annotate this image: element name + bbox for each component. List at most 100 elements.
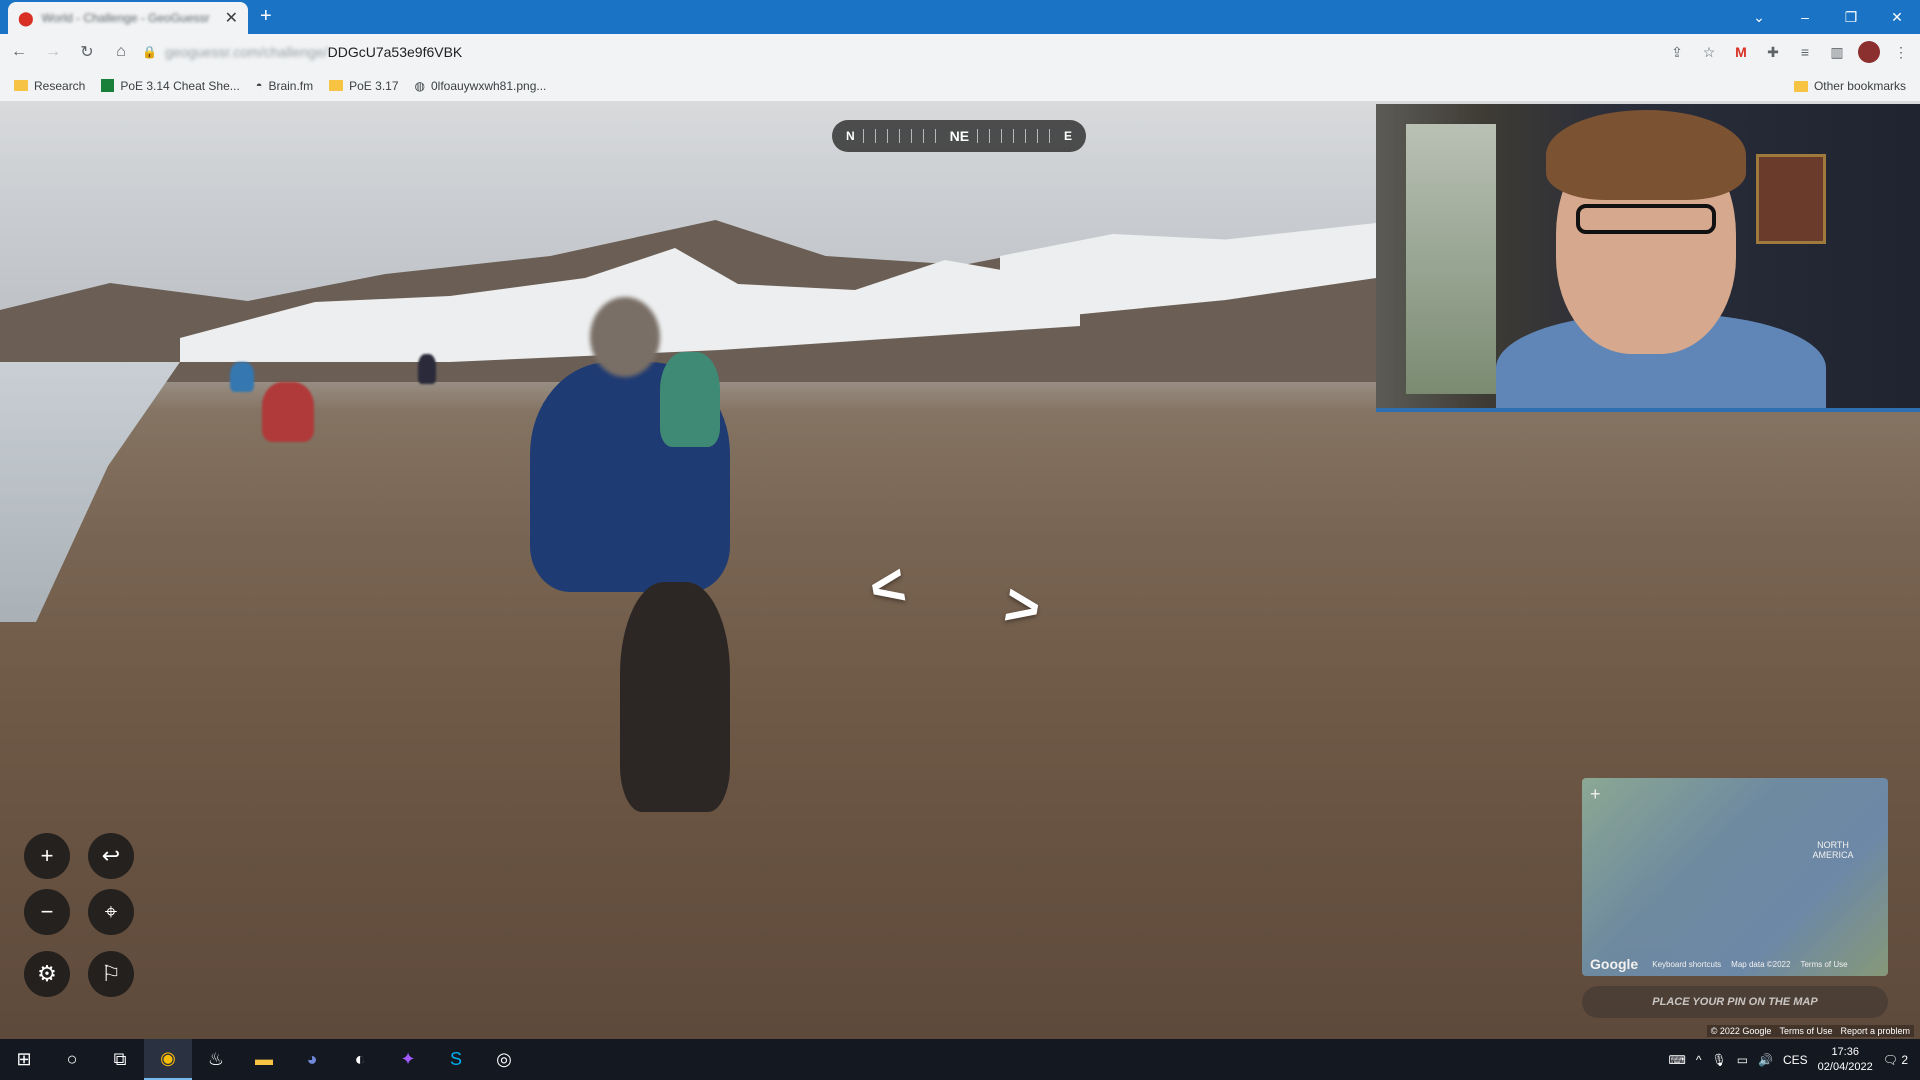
close-icon[interactable]: ✕ xyxy=(225,8,238,28)
skype-icon[interactable]: S xyxy=(432,1039,480,1080)
zoom-out-button[interactable]: − xyxy=(24,889,70,935)
tab-strip: ⬤ World - Challenge - GeoGuessr ✕ + ⌄ – … xyxy=(0,0,1920,34)
steam-icon[interactable]: ♨ xyxy=(192,1039,240,1080)
folder-icon xyxy=(14,80,28,91)
keyboard-icon[interactable]: ⌨ xyxy=(1668,1053,1685,1067)
explorer-icon[interactable]: ▬ xyxy=(240,1039,288,1080)
new-tab-button[interactable]: + xyxy=(260,5,272,28)
system-tray: ⌨ ^ 🎙 ▭ 🔊 CES 17:36 02/04/2022 🗨 2 xyxy=(1668,1039,1920,1080)
home-icon[interactable]: ⌂ xyxy=(106,37,136,67)
map-data-label: Map data ©2022 xyxy=(1731,959,1791,969)
menu-icon[interactable]: ⋮ xyxy=(1890,41,1912,63)
microphone-icon[interactable]: 🎙 xyxy=(1711,1053,1726,1067)
url-host: geoguessr.com/challenge/ xyxy=(164,44,328,60)
media-icon[interactable]: ≡ xyxy=(1794,41,1816,63)
flag-button[interactable]: ⚐ xyxy=(88,951,134,997)
url-path: DDGcU7a53e9f6VBK xyxy=(327,44,463,60)
person-head xyxy=(590,297,660,377)
tab-geoguessr[interactable]: ⬤ World - Challenge - GeoGuessr ✕ xyxy=(8,2,248,34)
notification-count: 2 xyxy=(1901,1052,1908,1067)
gmail-extension-icon[interactable]: M xyxy=(1730,41,1752,63)
other-bookmarks-label: Other bookmarks xyxy=(1813,79,1906,93)
reload-icon[interactable]: ↻ xyxy=(72,37,102,67)
task-view-icon[interactable]: ⧉ xyxy=(96,1039,144,1080)
google-footer: © 2022 Google Terms of Use Report a prob… xyxy=(1706,1025,1914,1037)
person-green-jacket xyxy=(660,352,720,447)
clock-date: 02/04/2022 xyxy=(1817,1060,1873,1073)
restore-icon[interactable]: ❐ xyxy=(1828,0,1874,34)
keyboard-shortcuts-link[interactable]: Keyboard shortcuts xyxy=(1652,960,1721,969)
clock-time: 17:36 xyxy=(1831,1045,1859,1058)
minimap-terms-link[interactable]: Terms of Use xyxy=(1800,960,1847,969)
terms-link[interactable]: Terms of Use xyxy=(1779,1026,1832,1036)
zoom-in-button[interactable]: + xyxy=(24,833,70,879)
window-close-icon[interactable]: ✕ xyxy=(1874,0,1920,34)
extensions-icon[interactable]: ✚ xyxy=(1762,41,1784,63)
globe-icon: ◍ xyxy=(414,78,425,93)
bookmark-poe314[interactable]: PoE 3.14 Cheat She... xyxy=(101,78,240,93)
move-right-arrow-icon[interactable]: > xyxy=(999,569,1045,643)
chevron-up-icon[interactable]: ^ xyxy=(1696,1053,1702,1067)
compass-north: N xyxy=(846,129,855,143)
windows-taskbar: ⊞ ○ ⧉ ◉ ♨ ▬ ◕ ◐ ✦ S ◎ ⌨ ^ 🎙 ▭ 🔊 CES 17:3… xyxy=(0,1039,1920,1080)
guess-minimap[interactable]: + NORTH AMERICA Google Keyboard shortcut… xyxy=(1582,778,1888,976)
search-icon[interactable]: ○ xyxy=(48,1039,96,1080)
bookmark-image[interactable]: ◍ 0lfoauywxwh81.png... xyxy=(415,79,547,93)
notifications-icon[interactable]: 🗨 2 xyxy=(1883,1053,1908,1067)
discord-icon[interactable]: ◕ xyxy=(288,1039,336,1080)
bookmarks-bar: Research PoE 3.14 Cheat She... ◓ Brain.fm… xyxy=(0,70,1920,102)
minimap-region-label: NORTH AMERICA xyxy=(1812,840,1854,860)
place-pin-button[interactable]: PLACE YOUR PIN ON THE MAP xyxy=(1582,986,1888,1018)
bookmark-research[interactable]: Research xyxy=(14,79,85,93)
street-view-panorama[interactable]: N NE E < > + ↩ − ⌖ ⚙ ⚐ + NORTH AMERICA G… xyxy=(0,102,1920,1039)
avatar[interactable] xyxy=(1858,41,1880,63)
minimap-zoom-in-icon[interactable]: + xyxy=(1590,784,1601,805)
webcam-window xyxy=(1406,124,1496,394)
windows-start-icon[interactable]: ⊞ xyxy=(0,1039,48,1080)
bookmark-label: PoE 3.14 Cheat She... xyxy=(120,78,240,93)
bookmark-label: 0lfoauywxwh81.png... xyxy=(430,78,547,93)
compass: N NE E xyxy=(832,120,1086,152)
star-icon[interactable]: ☆ xyxy=(1698,41,1720,63)
clock[interactable]: 17:36 02/04/2022 xyxy=(1818,1045,1873,1075)
copyright-label: © 2022 Google xyxy=(1710,1026,1772,1036)
brainfm-icon: ◓ xyxy=(255,79,263,92)
report-problem-link[interactable]: Report a problem xyxy=(1840,1026,1910,1036)
volume-icon[interactable]: 🔊 xyxy=(1758,1053,1773,1067)
app-icon[interactable]: ◐ xyxy=(336,1039,384,1080)
language-indicator[interactable]: CES xyxy=(1783,1053,1808,1067)
google-logo: Google xyxy=(1590,956,1639,972)
bookmark-label: Research xyxy=(34,78,86,93)
compass-east: E xyxy=(1064,129,1073,143)
bookmark-poe317[interactable]: PoE 3.17 xyxy=(329,78,399,93)
address-bar[interactable]: 🔒 geoguessr.com/challenge/ DDGcU7a53e9f6… xyxy=(142,38,1622,66)
obs-icon[interactable]: ◎ xyxy=(480,1039,528,1080)
tab-title: World - Challenge - GeoGuessr xyxy=(41,11,210,25)
compass-ticks xyxy=(977,129,1056,143)
lock-icon: 🔒 xyxy=(142,45,157,59)
forward-icon[interactable]: → xyxy=(38,37,68,67)
minimize-icon[interactable]: – xyxy=(1782,0,1828,34)
streamer-webcam xyxy=(1376,104,1920,412)
share-icon[interactable]: ⇪ xyxy=(1666,41,1688,63)
lake xyxy=(0,362,180,622)
settings-button[interactable]: ⚙ xyxy=(24,951,70,997)
back-icon[interactable]: ← xyxy=(4,37,34,67)
bookmark-label: PoE 3.17 xyxy=(349,78,399,93)
webcam-poster xyxy=(1756,154,1826,244)
other-bookmarks[interactable]: Other bookmarks xyxy=(1793,70,1906,102)
network-icon[interactable]: ▭ xyxy=(1737,1053,1748,1067)
browser-toolbar: ← → ↻ ⌂ 🔒 geoguessr.com/challenge/ DDGcU… xyxy=(0,34,1920,70)
move-left-arrow-icon[interactable]: < xyxy=(864,549,910,623)
compass-ticks xyxy=(862,129,942,143)
folder-icon xyxy=(1793,80,1808,92)
side-panel-icon[interactable]: ▥ xyxy=(1826,41,1848,63)
bookmark-label: Brain.fm xyxy=(268,78,314,93)
person-distant xyxy=(230,362,254,392)
bookmark-brainfm[interactable]: ◓ Brain.fm xyxy=(256,79,313,93)
return-to-start-button[interactable]: ⌖ xyxy=(88,889,134,935)
undo-move-button[interactable]: ↩ xyxy=(88,833,134,879)
tab-search-icon[interactable]: ⌄ xyxy=(1736,0,1782,34)
chrome-icon[interactable]: ◉ xyxy=(144,1039,192,1080)
messenger-icon[interactable]: ✦ xyxy=(384,1039,432,1080)
